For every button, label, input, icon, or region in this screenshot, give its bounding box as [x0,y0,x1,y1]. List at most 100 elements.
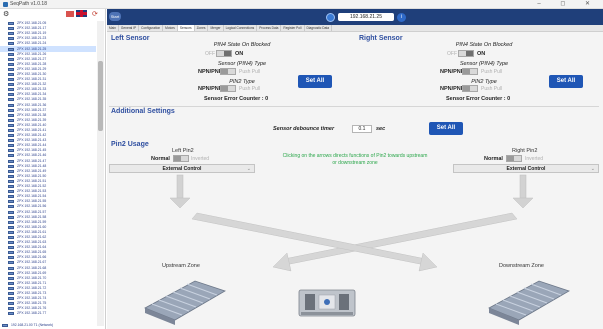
device-icon [8,134,14,138]
tree-scrollbar[interactable] [97,21,104,326]
right-pin2-normal-label: Normal [484,156,503,162]
toggle-knob [221,69,228,74]
device-icon [8,42,14,46]
tab-sensors[interactable]: Sensors [177,25,195,31]
scrollbar-thumb[interactable] [98,61,103,131]
device-icon [8,200,14,204]
flag-icon[interactable] [66,11,74,17]
pin2-usage-title: Pin2 Usage [111,141,149,148]
device-icon [8,108,14,112]
start-button[interactable]: Start [109,12,121,21]
debounce-set-all-button[interactable]: Set All [429,122,463,135]
debounce-label: Sensor debounce timer [273,126,335,132]
uk-flag-icon[interactable] [76,10,87,17]
tab-zones[interactable]: Zones [195,25,209,31]
tab-configuration[interactable]: Configuration [139,25,164,31]
tab-main[interactable]: Main [107,25,119,31]
device-icon [8,297,14,301]
device-icon [8,266,14,270]
left-type2-left-label: NPN/PNP [198,86,223,92]
device-icon [8,251,14,255]
tree-toolbar: ⚙ ⟳ [0,9,105,19]
debounce-input[interactable]: 0.1 [352,125,372,133]
tree-item[interactable]: ZPX 192.168.21.77 [0,311,96,316]
downstream-conveyor-image [488,280,570,325]
right-pin2-select[interactable]: External Control ⌄ [453,164,599,173]
toggle-knob [224,51,231,56]
left-pin4-state-toggle[interactable] [216,50,232,57]
gear-icon[interactable]: ⚙ [3,10,9,18]
left-type4-toggle[interactable] [220,68,236,75]
top-bar: Start 192.168.21.25 i [107,9,603,25]
left-type4-right-label: Push Pull [239,69,261,75]
toggle-knob [463,86,470,91]
device-icon [8,225,14,229]
device-icon [8,164,14,168]
tab-general-ip[interactable]: General IP [119,25,140,31]
right-type2-toggle[interactable] [462,85,478,92]
refresh-icon[interactable]: ⟳ [92,10,98,18]
chevron-down-icon: ⌄ [590,166,595,172]
debounce-unit: sec [376,126,386,132]
tab-process-data[interactable]: Process Data [257,25,282,31]
tab-motors[interactable]: Motors [163,25,178,31]
device-icon [8,67,14,71]
tree-root-node[interactable]: 192.168.21.00 T1 (Network) [2,323,53,327]
main-area: Start 192.168.21.25 i Main General IP Conf… [107,9,603,329]
chevron-down-icon: ⌄ [246,166,251,172]
device-icon [8,281,14,285]
toggle-knob [466,51,473,56]
device-icon [8,271,14,275]
tab-bar: Main General IP Configuration Motors Sensors… [107,25,603,32]
device-icon [8,37,14,41]
tab-register-poll[interactable]: Register Poll [281,25,305,31]
right-pin2-title: Right Pin2 [512,148,538,154]
left-pin2-select[interactable]: External Control ⌄ [109,164,255,173]
upstream-conveyor-image [144,280,226,325]
left-set-all-button[interactable]: Set All [298,75,332,88]
left-pin2-type-label: PIN2 Type [229,79,255,85]
ip-selector: 192.168.21.25 i [326,12,406,22]
device-icon [8,307,14,311]
left-pin2-toggle[interactable] [173,155,189,162]
right-pin4-state-toggle[interactable] [458,50,474,57]
toggle-knob [507,156,514,161]
right-pin4-on-label: ON [477,51,486,57]
toggle-knob [463,69,470,74]
device-icon [8,78,14,82]
left-pin4-state-label: PIN4 State On Blocked [213,42,271,48]
tab-merger[interactable]: Merger [208,25,224,31]
right-pin2-type-label: PIN2 Type [471,79,497,85]
right-pin4-off-label: OFF [447,51,457,57]
right-down-arrow[interactable] [512,174,534,209]
left-down-arrow[interactable] [169,174,191,209]
window-controls[interactable]: – ◻ ✕ [537,0,599,7]
tab-diagnostic-data[interactable]: Diagnostic Data [305,25,333,31]
device-icon [8,72,14,76]
right-pin2-toggle[interactable] [506,155,522,162]
left-pin2-title: Left Pin2 [172,148,194,154]
ip-address-field[interactable]: 192.168.21.25 [338,13,394,21]
right-type4-toggle[interactable] [462,68,478,75]
left-type2-toggle[interactable] [220,85,236,92]
info-icon[interactable]: i [397,12,406,22]
right-type2-right-label: Push Pull [481,86,503,92]
device-icon [8,230,14,234]
right-pin4-state-label: PIN4 State On Blocked [455,42,513,48]
device-icon [8,195,14,199]
device-icon [8,205,14,209]
left-error-counter: Sensor Error Counter : 0 [204,96,269,102]
device-icon [8,118,14,122]
right-type4-right-label: Push Pull [481,69,503,75]
device-icon [8,312,14,316]
device-tree: ZPX 192.168.21.05 ZPX 192.168.21.17 ZPX 19… [0,21,96,321]
device-icon [8,185,14,189]
left-type4-label: Sensor (PIN4) Type [217,61,267,67]
left-pin2-select-value: External Control [162,166,202,172]
tab-logical-connections[interactable]: Logical Connections [224,25,258,31]
right-set-all-button[interactable]: Set All [549,75,583,88]
device-icon [8,174,14,178]
additional-settings-title: Additional Settings [111,108,175,115]
connection-icon[interactable] [326,12,335,22]
zone-diagram [144,174,570,325]
